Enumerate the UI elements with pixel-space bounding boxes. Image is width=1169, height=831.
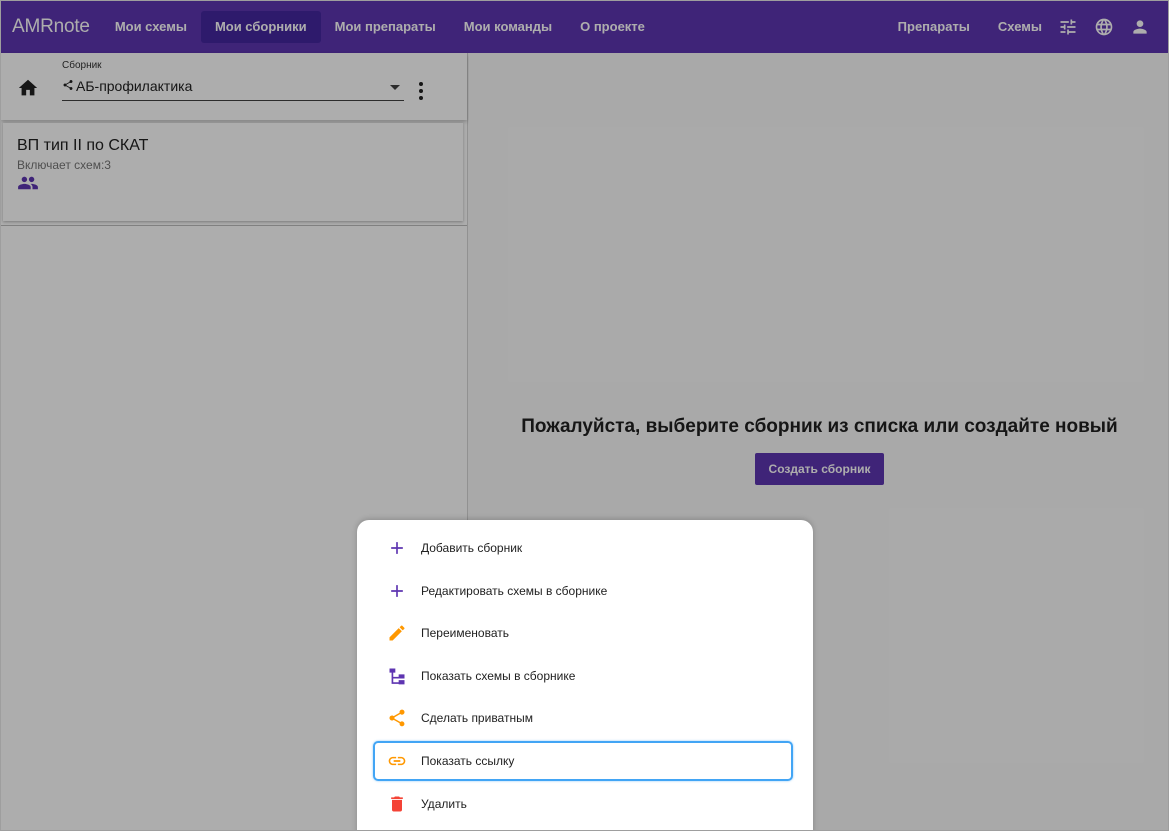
menu-item-edit-schemes[interactable]: Редактировать схемы в сборнике xyxy=(373,571,793,611)
menu-item-label: Удалить xyxy=(421,797,467,811)
menu-item-label: Сделать приватным xyxy=(421,711,533,725)
menu-item-rename[interactable]: Переименовать xyxy=(373,613,793,653)
plus-icon xyxy=(385,579,409,603)
schema-icon xyxy=(385,664,409,688)
menu-item-label: Редактировать схемы в сборнике xyxy=(421,584,608,598)
menu-item-label: Переименовать xyxy=(421,626,509,640)
share-icon xyxy=(385,706,409,730)
menu-item-add-collection[interactable]: Добавить сборник xyxy=(373,528,793,568)
collection-actions-menu: Добавить сборник Редактировать схемы в с… xyxy=(357,520,813,830)
menu-item-show-schemes[interactable]: Показать схемы в сборнике xyxy=(373,656,793,696)
plus-icon xyxy=(385,536,409,560)
pencil-icon xyxy=(385,621,409,645)
menu-item-label: Показать ссылку xyxy=(421,754,515,768)
app-window: AMRnote Мои схемы Мои сборники Мои препа… xyxy=(0,0,1169,831)
menu-item-label: Показать схемы в сборнике xyxy=(421,669,576,683)
link-icon xyxy=(385,749,409,773)
menu-item-delete[interactable]: Удалить xyxy=(373,784,793,824)
menu-item-show-link[interactable]: Показать ссылку xyxy=(373,741,793,781)
trash-icon xyxy=(385,792,409,816)
menu-item-make-private[interactable]: Сделать приватным xyxy=(373,698,793,738)
menu-item-label: Добавить сборник xyxy=(421,541,523,555)
